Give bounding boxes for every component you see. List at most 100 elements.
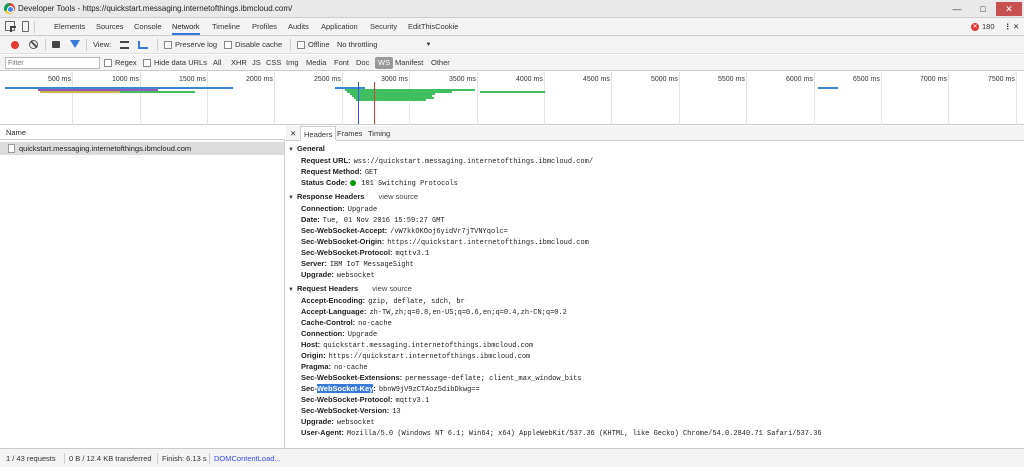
header-value: mqttv3.1 (395, 397, 430, 405)
filter-type-css[interactable]: CSS (266, 55, 281, 71)
timeline-tick: 4000 ms (516, 76, 543, 83)
request-count: 1 / 43 requests (6, 454, 56, 463)
section-request-headers[interactable]: ▼ Request Headers view source (288, 284, 412, 293)
timeline-tick: 3000 ms (381, 76, 408, 83)
timeline-tick: 2000 ms (246, 76, 273, 83)
tab-timing[interactable]: Timing (368, 126, 390, 141)
tab-editthiscookie[interactable]: EditThisCookie (408, 18, 458, 35)
filter-input[interactable] (5, 57, 100, 69)
header-row: Sec-WebSocket-Origin: https://quickstart.… (301, 237, 589, 247)
tab-security[interactable]: Security (370, 18, 397, 35)
column-header-name[interactable]: Name (0, 126, 285, 140)
tab-application[interactable]: Application (321, 18, 358, 35)
more-menu-icon[interactable]: ⋮ (1004, 18, 1012, 35)
tab-sources[interactable]: Sources (96, 18, 124, 35)
filter-type-all[interactable]: All (213, 55, 221, 71)
hide-data-urls-checkbox[interactable]: Hide data URLs (143, 55, 207, 71)
header-row: Connection: Upgrade (301, 329, 377, 339)
header-key: Request URL: (301, 156, 351, 165)
statusbar-divider (209, 453, 210, 464)
tab-profiles[interactable]: Profiles (252, 18, 277, 35)
preserve-log-box[interactable] (164, 41, 172, 49)
header-row: Host: quickstart.messaging.internetofthin… (301, 340, 533, 350)
timeline-gridline (881, 72, 882, 125)
tabbar-divider (34, 21, 35, 33)
header-row: Request Method: GET (301, 167, 377, 177)
header-row: Sec-WebSocket-Protocol: mqttv3.1 (301, 248, 429, 258)
filter-type-other[interactable]: Other (431, 55, 450, 71)
timeline-tick: 6000 ms (786, 76, 813, 83)
hide-data-urls-box[interactable] (143, 59, 151, 67)
filter-type-xhr[interactable]: XHR (231, 55, 247, 71)
timeline-tick: 5500 ms (718, 76, 745, 83)
close-window-icon[interactable]: ✕ (996, 2, 1022, 16)
waterfall-view-icon[interactable] (138, 41, 148, 49)
disable-cache-checkbox[interactable]: Disable cache (224, 36, 282, 54)
disable-cache-box[interactable] (224, 41, 232, 49)
filter-type-font[interactable]: Font (334, 55, 349, 71)
header-value: websocket (336, 419, 375, 427)
timeline-gridline (207, 72, 208, 125)
request-row[interactable]: quickstart.messaging.internetofthings.ib… (0, 142, 284, 155)
minimize-icon[interactable]: — (944, 2, 970, 16)
chevron-down-icon: ▼ (425, 42, 432, 48)
regex-box[interactable] (104, 59, 112, 67)
filter-type-ws[interactable]: WS (375, 57, 394, 69)
error-icon[interactable]: ✕ (971, 23, 979, 31)
timeline-bar (818, 87, 838, 89)
close-devtools-icon[interactable]: ✕ (1013, 18, 1019, 35)
status-ok-icon (350, 180, 357, 186)
record-icon[interactable] (11, 41, 19, 49)
offline-box[interactable] (297, 41, 305, 49)
large-rows-icon[interactable] (120, 41, 129, 49)
header-value: mqttv3.1 (395, 250, 430, 258)
view-source-link[interactable]: view source (378, 192, 418, 201)
tab-frames[interactable]: Frames (337, 126, 362, 141)
header-key: Sec-WebSocket-Accept: (301, 226, 388, 235)
throttling-select[interactable]: No throttling ▼ (337, 36, 431, 54)
filter-type-js[interactable]: JS (252, 55, 261, 71)
maximize-icon[interactable]: □ (970, 2, 996, 16)
section-general[interactable]: ▼ General (288, 144, 325, 153)
tab-elements[interactable]: Elements (54, 18, 85, 35)
header-row: Pragma: no-cache (301, 362, 368, 372)
timeline-bar (356, 99, 426, 101)
regex-checkbox[interactable]: Regex (104, 55, 137, 71)
header-row: Origin: https://quickstart.internetofthin… (301, 351, 530, 361)
filter-type-doc[interactable]: Doc (356, 55, 369, 71)
device-mode-icon[interactable] (22, 21, 29, 32)
preserve-log-checkbox[interactable]: Preserve log (164, 36, 217, 54)
tab-network[interactable]: Network (172, 18, 200, 35)
offline-checkbox[interactable]: Offline (297, 36, 330, 54)
statusbar-divider (157, 453, 158, 464)
error-count[interactable]: 180 (982, 18, 995, 35)
section-response-headers[interactable]: ▼ Response Headers view source (288, 192, 418, 201)
timeline-overview[interactable]: 500 ms 1000 ms 1500 ms 2000 ms 2500 ms 3… (0, 72, 1024, 125)
header-row: Accept-Encoding: gzip, deflate, sdch, br (301, 296, 465, 306)
tab-audits[interactable]: Audits (288, 18, 309, 35)
capture-screenshots-icon[interactable] (52, 41, 60, 48)
tab-headers[interactable]: Headers (300, 126, 337, 141)
timeline-gridline (1016, 72, 1017, 125)
tab-console[interactable]: Console (134, 18, 162, 35)
section-general-title: General (296, 144, 325, 153)
timeline-gridline (342, 72, 343, 125)
header-row: Upgrade: websocket (301, 417, 375, 427)
close-details-icon[interactable]: ✕ (290, 126, 296, 141)
header-value: 101 Switching Protocols (361, 180, 458, 188)
header-key: Pragma: (301, 362, 332, 371)
header-key: Sec-WebSocket-Extensions: (301, 373, 403, 382)
tab-timeline[interactable]: Timeline (212, 18, 240, 35)
filter-type-manifest[interactable]: Manifest (395, 55, 423, 71)
filter-icon[interactable] (70, 40, 80, 48)
filter-type-media[interactable]: Media (306, 55, 326, 71)
domcontentloaded-marker (358, 82, 359, 124)
timeline-gridline (477, 72, 478, 125)
clear-icon[interactable] (29, 40, 38, 49)
timeline-tick: 7000 ms (920, 76, 947, 83)
request-details: ✕ Headers Frames Timing ▼ General Request… (286, 126, 1024, 448)
inspect-element-icon[interactable] (5, 21, 16, 32)
filter-type-img[interactable]: Img (286, 55, 299, 71)
header-value: bbnW9jV9zCTAoz5dibDkwg== (378, 386, 480, 394)
view-source-link[interactable]: view source (372, 284, 412, 293)
